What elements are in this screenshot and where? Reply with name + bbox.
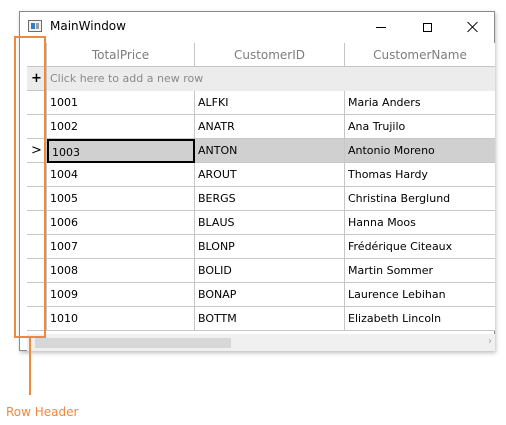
maximize-button[interactable]: [404, 12, 450, 42]
main-window: MainWindow TotalPrice CustomerID Custome…: [19, 11, 495, 351]
cell-customername[interactable]: Laurence Lebihan: [345, 283, 495, 307]
cell-customername[interactable]: Martin Sommer: [345, 259, 495, 283]
cell-totalprice[interactable]: 1006: [47, 211, 195, 235]
row-header-callout-label: Row Header: [6, 405, 79, 419]
cell-totalprice[interactable]: 1009: [47, 283, 195, 307]
table-row[interactable]: 1002 ANATR Ana Trujilo: [27, 115, 495, 139]
cell-totalprice[interactable]: 1001: [47, 91, 195, 115]
cell-customername[interactable]: Antonio Moreno: [345, 139, 495, 163]
scrollbar-thumb[interactable]: [35, 338, 231, 348]
table-row[interactable]: 1008 BOLID Martin Sommer: [27, 259, 495, 283]
row-header-highlight-box: [14, 36, 46, 338]
cell-customername[interactable]: Thomas Hardy: [345, 163, 495, 187]
table-row[interactable]: 1007 BLONP Frédérique Citeaux: [27, 235, 495, 259]
table-row[interactable]: 1001 ALFKI Maria Anders: [27, 91, 495, 115]
add-new-row-text: Click here to add a new row: [50, 72, 204, 85]
column-header-customerid[interactable]: CustomerID: [195, 43, 345, 67]
table-row[interactable]: 1005 BERGS Christina Berglund: [27, 187, 495, 211]
cell-customerid[interactable]: BLAUS: [195, 211, 345, 235]
cell-customerid[interactable]: BLONP: [195, 235, 345, 259]
cell-customerid[interactable]: ALFKI: [195, 91, 345, 115]
minimize-icon: [376, 26, 386, 28]
window-title: MainWindow: [50, 19, 126, 33]
cell-totalprice-current[interactable]: 1003: [47, 139, 195, 163]
cell-customerid[interactable]: AROUT: [195, 163, 345, 187]
cell-totalprice[interactable]: 1005: [47, 187, 195, 211]
cell-customerid[interactable]: BERGS: [195, 187, 345, 211]
cell-customerid[interactable]: ANATR: [195, 115, 345, 139]
add-new-row[interactable]: + Click here to add a new row: [27, 67, 495, 91]
app-window-icon: [28, 20, 42, 32]
table-row[interactable]: 1004 AROUT Thomas Hardy: [27, 163, 495, 187]
cell-totalprice[interactable]: 1004: [47, 163, 195, 187]
cell-customername[interactable]: Ana Trujilo: [345, 115, 495, 139]
cell-customerid[interactable]: ANTON: [195, 139, 345, 163]
minimize-button[interactable]: [358, 12, 404, 42]
cell-customerid[interactable]: BOLID: [195, 259, 345, 283]
title-bar: MainWindow: [20, 12, 494, 42]
table-row[interactable]: 1010 BOTTM Elizabeth Lincoln: [27, 307, 495, 331]
cell-customername[interactable]: Elizabeth Lincoln: [345, 307, 495, 331]
maximize-icon: [422, 22, 432, 32]
column-header-row: TotalPrice CustomerID CustomerName: [27, 43, 495, 67]
close-button[interactable]: [450, 12, 496, 42]
data-grid: TotalPrice CustomerID CustomerName + Cli…: [27, 43, 495, 331]
cell-customername[interactable]: Frédérique Citeaux: [345, 235, 495, 259]
close-icon: [467, 21, 479, 33]
table-row[interactable]: 1009 BONAP Laurence Lebihan: [27, 283, 495, 307]
callout-leader-line: [29, 338, 31, 395]
cell-totalprice[interactable]: 1010: [47, 307, 195, 331]
cell-customerid[interactable]: BONAP: [195, 283, 345, 307]
cell-totalprice[interactable]: 1007: [47, 235, 195, 259]
column-header-customername[interactable]: CustomerName: [345, 43, 495, 67]
column-header-totalprice[interactable]: TotalPrice: [47, 43, 195, 67]
horizontal-scrollbar[interactable]: ›: [27, 334, 495, 351]
cell-customername[interactable]: Christina Berglund: [345, 187, 495, 211]
cell-customername[interactable]: Hanna Moos: [345, 211, 495, 235]
table-row[interactable]: 1006 BLAUS Hanna Moos: [27, 211, 495, 235]
cell-totalprice[interactable]: 1002: [47, 115, 195, 139]
scroll-right-arrow-icon[interactable]: ›: [488, 336, 492, 347]
cell-totalprice[interactable]: 1008: [47, 259, 195, 283]
cell-customerid[interactable]: BOTTM: [195, 307, 345, 331]
table-row-selected[interactable]: > 1003 ANTON Antonio Moreno: [27, 139, 495, 163]
cell-customername[interactable]: Maria Anders: [345, 91, 495, 115]
